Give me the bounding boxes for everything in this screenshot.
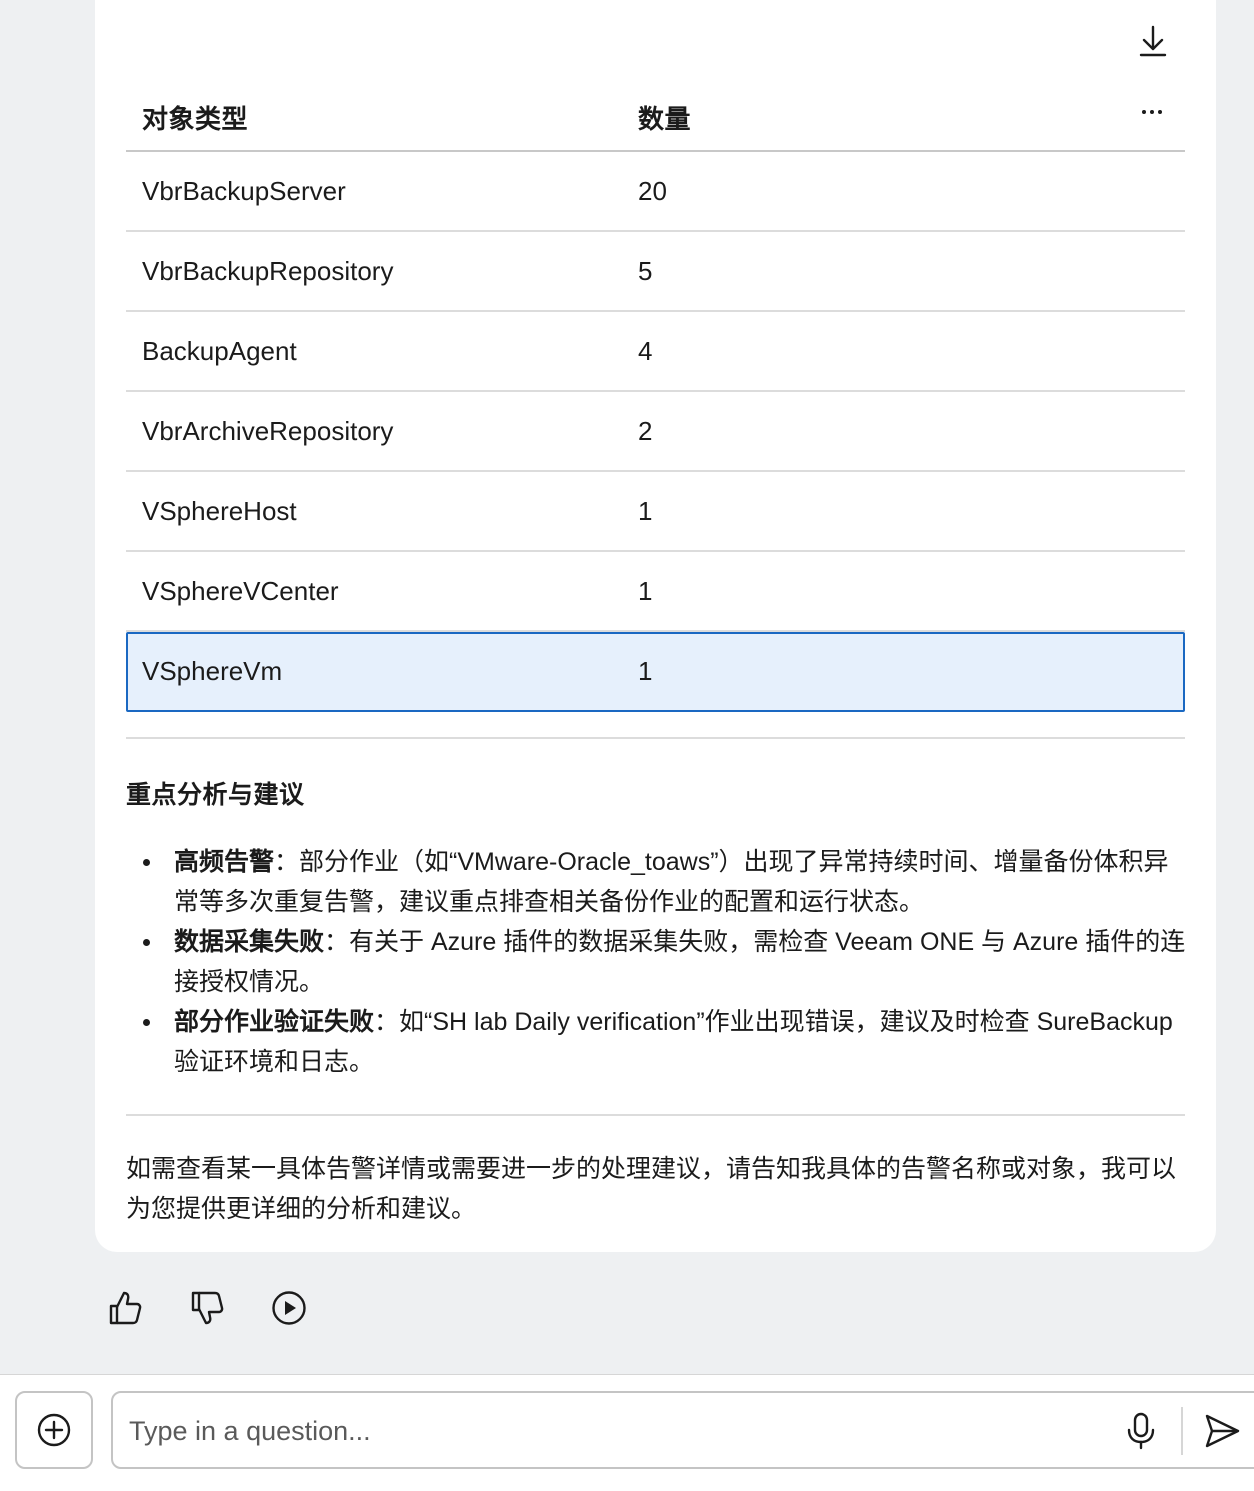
composer-bar bbox=[0, 1374, 1254, 1491]
add-attachment-button[interactable] bbox=[15, 1391, 93, 1469]
item-label: 高频告警 bbox=[174, 848, 275, 876]
cell-count: 4 bbox=[638, 336, 653, 366]
section-divider bbox=[126, 737, 1185, 739]
column-header-type[interactable]: 对象类型 bbox=[142, 99, 248, 136]
microphone-icon bbox=[1127, 1412, 1155, 1450]
table-more-options-button[interactable] bbox=[1132, 92, 1172, 132]
item-label: 部分作业验证失败 bbox=[174, 1008, 375, 1036]
closing-paragraph: 如需查看某一具体告警详情或需要进一步的处理建议，请告知我具体的告警名称或对象，我… bbox=[126, 1155, 1177, 1223]
microphone-button[interactable] bbox=[1119, 1409, 1163, 1453]
analysis-list: 高频告警：部分作业（如“VMware-Oracle_toaws”）出现了异常持续… bbox=[126, 842, 1186, 1082]
cell-object-type: VSphereHost bbox=[142, 496, 297, 526]
send-button[interactable] bbox=[1199, 1407, 1245, 1455]
column-header-count[interactable]: 数量 bbox=[638, 99, 691, 136]
table-row-selected[interactable]: VSphereVm 1 bbox=[126, 632, 1185, 712]
item-text: ：部分作业（如“VMware-Oracle_toaws”）出现了异常持续时间、增… bbox=[174, 848, 1169, 916]
download-button[interactable] bbox=[1134, 20, 1172, 62]
table-row[interactable]: VbrBackupServer 20 bbox=[126, 152, 1185, 232]
thumbs-up-icon bbox=[109, 1291, 142, 1325]
thumbs-up-button[interactable] bbox=[106, 1287, 144, 1329]
cell-count: 1 bbox=[638, 576, 653, 606]
cell-count: 1 bbox=[638, 656, 653, 686]
section-divider bbox=[126, 1114, 1185, 1116]
table-row[interactable]: BackupAgent 4 bbox=[126, 312, 1185, 392]
question-input-container bbox=[111, 1391, 1254, 1469]
plus-circle-icon bbox=[37, 1413, 71, 1447]
table-row[interactable]: VSphereVCenter 1 bbox=[126, 552, 1185, 632]
cell-object-type: VbrArchiveRepository bbox=[142, 416, 394, 446]
cell-object-type: VbrBackupServer bbox=[142, 176, 346, 206]
question-input[interactable] bbox=[129, 1409, 1089, 1453]
table-row[interactable]: VbrArchiveRepository 2 bbox=[126, 392, 1185, 472]
object-type-table: 对象类型 数量 VbrBackupServer 20 VbrBackupRepo… bbox=[126, 72, 1185, 712]
cell-count: 20 bbox=[638, 176, 667, 206]
list-item: 数据采集失败：有关于 Azure 插件的数据采集失败，需检查 Veeam ONE… bbox=[126, 922, 1186, 1002]
more-icon bbox=[1142, 110, 1146, 114]
send-icon bbox=[1205, 1414, 1240, 1448]
download-icon bbox=[1139, 25, 1167, 57]
cell-object-type: BackupAgent bbox=[142, 336, 297, 366]
table-header: 对象类型 数量 bbox=[126, 72, 1185, 152]
play-icon bbox=[272, 1291, 306, 1325]
table-row[interactable]: VbrBackupRepository 5 bbox=[126, 232, 1185, 312]
cell-count: 5 bbox=[638, 256, 653, 286]
cell-count: 2 bbox=[638, 416, 653, 446]
table-row[interactable]: VSphereHost 1 bbox=[126, 472, 1185, 552]
read-aloud-button[interactable] bbox=[270, 1287, 308, 1329]
thumbs-down-button[interactable] bbox=[188, 1287, 226, 1329]
list-item: 高频告警：部分作业（如“VMware-Oracle_toaws”）出现了异常持续… bbox=[126, 842, 1186, 922]
thumbs-down-icon bbox=[191, 1291, 224, 1325]
cell-object-type: VbrBackupRepository bbox=[142, 256, 394, 286]
cell-object-type: VSphereVCenter bbox=[142, 576, 339, 606]
input-separator bbox=[1181, 1407, 1183, 1455]
list-item: 部分作业验证失败：如“SH lab Daily verification”作业出… bbox=[126, 1002, 1186, 1082]
message-actions bbox=[106, 1287, 308, 1329]
cell-count: 1 bbox=[638, 496, 653, 526]
cell-object-type: VSphereVm bbox=[142, 656, 283, 686]
item-label: 数据采集失败 bbox=[174, 928, 325, 956]
item-text: ：有关于 Azure 插件的数据采集失败，需检查 Veeam ONE 与 Azu… bbox=[174, 928, 1186, 996]
analysis-heading: 重点分析与建议 bbox=[126, 781, 305, 809]
